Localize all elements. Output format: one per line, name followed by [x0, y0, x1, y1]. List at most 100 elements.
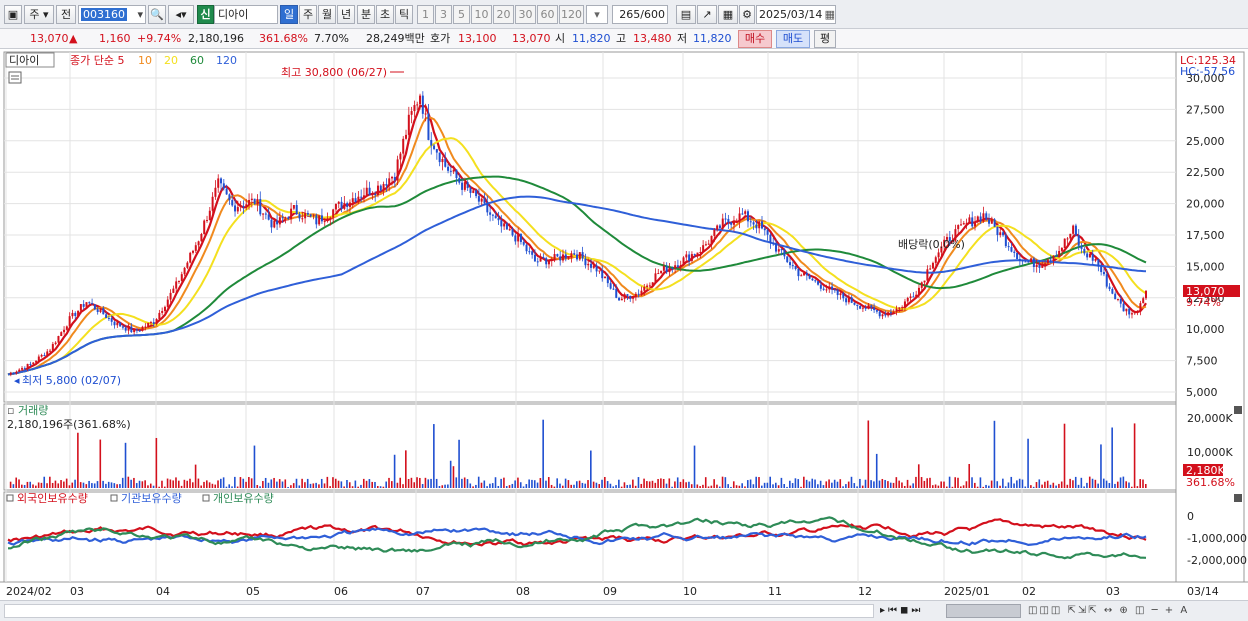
candle-body [1035, 264, 1038, 267]
volume-bar [399, 477, 402, 488]
candle-body [105, 314, 108, 318]
price-tick-label: 20,000 [1186, 198, 1225, 211]
tab-minute[interactable]: 분 [357, 5, 375, 24]
candle-body [1032, 258, 1035, 267]
zoom-controls[interactable]: ◫◫◫ ⇱⇲⇱ ↔ ⊕ ◫ ─ + A [1028, 604, 1243, 618]
interval-120[interactable]: 120 [559, 5, 584, 24]
volume-bar [887, 481, 889, 488]
volume-bar [234, 476, 236, 488]
interval-60[interactable]: 60 [537, 5, 558, 24]
volume-bar [96, 481, 99, 488]
holding-tick-2: -1,000,000 [1187, 532, 1247, 545]
interval-3[interactable]: 3 [435, 5, 452, 24]
speaker-icon[interactable]: ◂▾ [168, 5, 194, 24]
candle-body [1119, 298, 1122, 304]
candle-body [449, 170, 452, 172]
x-axis-label: 03 [1106, 585, 1120, 598]
scroll-thumb[interactable] [946, 604, 1021, 618]
candle-body [704, 244, 707, 246]
tab-tick[interactable]: 틱 [395, 5, 413, 24]
volume-bar [135, 483, 138, 488]
code-input[interactable]: 003160 ▾ [78, 5, 146, 24]
price-tick-label: 27,500 [1186, 103, 1225, 116]
scroll-buttons[interactable]: ▸⏮◼⏭ [880, 604, 942, 618]
x-axis-label: 10 [683, 585, 697, 598]
volume-bar [231, 486, 233, 488]
tab-month[interactable]: 월 [318, 5, 336, 24]
save-icon[interactable]: ▦ [718, 5, 738, 24]
window-icon[interactable]: ▣ [4, 5, 22, 24]
gear-icon[interactable]: ⚙ [739, 5, 755, 24]
candle-body [124, 327, 127, 331]
grid-toggle-icon[interactable] [8, 71, 22, 84]
volume-bar [315, 482, 317, 488]
candle-body [640, 290, 643, 295]
count-field[interactable]: 265/600 [612, 5, 668, 24]
volume-bar [1007, 482, 1010, 488]
x-axis-label: 08 [516, 585, 530, 598]
sell-button[interactable]: 매도 [776, 30, 810, 48]
volume-bar [990, 480, 993, 488]
tab-week[interactable]: 주 [299, 5, 317, 24]
volume-bar [161, 480, 163, 488]
volume-bar [559, 483, 561, 488]
date-field[interactable]: 2025/03/14 ▦ [756, 5, 836, 24]
scroll-track[interactable] [4, 604, 874, 618]
compare-icon[interactable]: ↗ [697, 5, 717, 24]
volume-bar [710, 485, 713, 488]
tab-day[interactable]: 일 [280, 5, 298, 24]
candle-body [1100, 266, 1103, 273]
candle-body [1088, 253, 1091, 258]
volume-tick-1: 20,000K [1187, 412, 1233, 425]
candle-body [169, 292, 172, 300]
volume-bar [23, 485, 26, 488]
volume-bar [416, 477, 418, 488]
tab-second[interactable]: 초 [376, 5, 394, 24]
eval-button[interactable]: 평 [814, 30, 836, 48]
volume-bar [239, 477, 242, 488]
prev-button[interactable]: 전 [56, 5, 76, 24]
candle-body [783, 249, 786, 257]
volume-bar [674, 481, 676, 488]
stock-name-field[interactable]: 디아이 [214, 5, 278, 24]
period-dropdown[interactable]: 주 ▾ [24, 5, 54, 24]
candle-body [1080, 245, 1083, 249]
volume-bar [110, 482, 113, 488]
calendar-icon[interactable]: ▦ [825, 6, 835, 23]
interval-20[interactable]: 20 [493, 5, 514, 24]
chart-type-icon[interactable]: ▤ [676, 5, 696, 24]
volume-bar [971, 477, 973, 488]
search-icon[interactable]: 🔍 [148, 5, 166, 24]
candle-body [976, 216, 979, 222]
interval-10[interactable]: 10 [471, 5, 492, 24]
volume-bar [814, 479, 816, 488]
interval-dropdown[interactable]: ▾ [586, 5, 608, 24]
candle-body [248, 199, 251, 205]
candle-body [1145, 290, 1147, 299]
candle-body [909, 296, 912, 298]
interval-30[interactable]: 30 [515, 5, 536, 24]
buy-button[interactable]: 매수 [738, 30, 772, 48]
candle-body [744, 211, 747, 214]
candle-body [348, 202, 351, 207]
volume-bar [556, 478, 558, 488]
volume-bar [304, 482, 306, 488]
interval-1[interactable]: 1 [417, 5, 434, 24]
up-arrow-icon: ▲ [69, 32, 78, 45]
candle-body [37, 356, 40, 362]
tab-year[interactable]: 년 [337, 5, 355, 24]
volume-close-icon[interactable] [1234, 406, 1242, 414]
volume-bar [12, 484, 15, 488]
volume-bar [177, 480, 180, 488]
volume-bar [1046, 480, 1049, 488]
candle-body [441, 158, 444, 163]
candle-body [26, 363, 29, 369]
volume-bar [1111, 427, 1113, 488]
interval-5[interactable]: 5 [453, 5, 470, 24]
candle-body [197, 241, 200, 246]
volume-bar [262, 481, 264, 488]
holding-close-icon[interactable] [1234, 494, 1242, 502]
volume-bar [309, 483, 312, 488]
candle-body [158, 312, 161, 320]
stock-chart[interactable]: 30,00027,50025,00022,50020,00017,50015,0… [0, 50, 1248, 600]
